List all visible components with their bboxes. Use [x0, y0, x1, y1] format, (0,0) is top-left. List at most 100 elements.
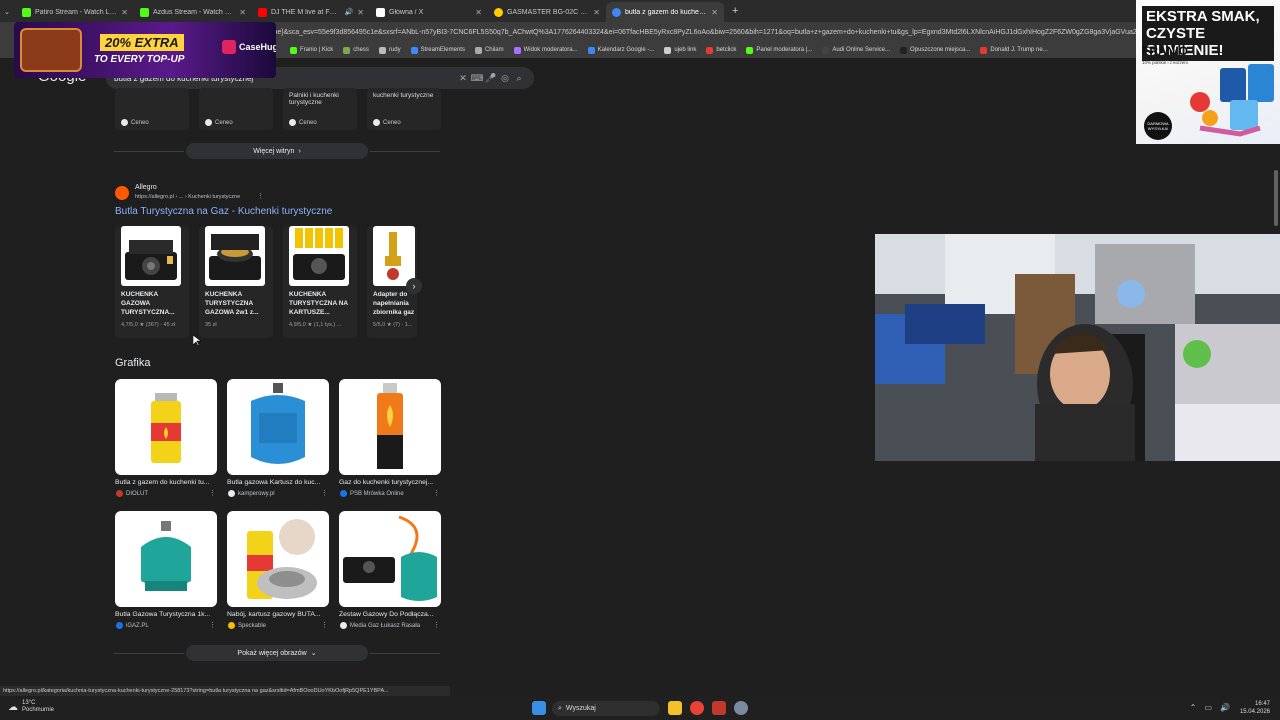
bookmark-item[interactable]: ujeb link [664, 46, 696, 54]
browser-tab[interactable]: GASMASTER BG-02C Kuchenka✕ [488, 2, 606, 22]
lens-icon[interactable]: ◎ [498, 73, 512, 84]
close-tab-icon[interactable]: ✕ [711, 8, 718, 17]
shopping-card[interactable]: Ceneo [199, 88, 273, 130]
network-icon[interactable]: ▭ [1204, 703, 1212, 712]
bookmark-item[interactable]: Widok moderatora... [513, 46, 578, 54]
more-options-icon[interactable]: ⋮ [209, 489, 216, 497]
settings-icon[interactable] [734, 701, 748, 715]
bookmark-item[interactable]: betclick [706, 46, 736, 54]
close-tab-icon[interactable]: ✕ [121, 8, 128, 17]
tab-search-menu[interactable]: ⌄ [0, 2, 16, 22]
more-images-button[interactable]: Pokaż więcej obrazów ⌄ [186, 645, 368, 661]
bookmark-item[interactable]: Kalendarz Google -... [587, 46, 654, 54]
taskbar-search[interactable]: ⌕ Wyszukaj [552, 701, 660, 716]
taskbar-clock[interactable]: 16:47 15.04.2026 [1240, 700, 1270, 716]
product-card[interactable]: KUCHENKA TURYSTYCZNA GAZOWA 2w1 z... 35 … [199, 226, 273, 338]
more-options-icon[interactable]: ⋮ [209, 621, 216, 629]
chevron-down-icon: ⌄ [310, 650, 317, 657]
close-tab-icon[interactable]: ✕ [239, 8, 246, 17]
browser-tab[interactable]: Główna / X ✕ [370, 2, 488, 22]
browser-tab[interactable]: Azdus Stream - Watch Live on✕ [134, 2, 252, 22]
image-result[interactable] [115, 511, 217, 607]
bookmark-item[interactable]: Franio | Kick [290, 46, 333, 54]
image-caption[interactable]: Zestaw Gazowy Do Podłącza... [339, 611, 441, 618]
close-tab-icon[interactable]: ✕ [475, 8, 482, 17]
ceneo-icon [205, 119, 212, 126]
weather-widget[interactable]: ☁ 13°C Pochmurnie [8, 700, 54, 714]
volume-icon[interactable]: 🔊 [1220, 703, 1230, 712]
windows-start-icon[interactable] [532, 701, 546, 715]
windows-taskbar: ☁ 13°C Pochmurnie ⌕ Wyszukaj ⌃ ▭ 🔊 16:47 15… [0, 697, 1280, 720]
store-icon [494, 7, 503, 17]
search-icon[interactable]: ⌕ [512, 73, 526, 84]
kick-icon [22, 7, 31, 17]
bookmark-item[interactable]: Opuszczone miejsca... [900, 46, 970, 54]
keyboard-icon[interactable]: ⌨ [470, 73, 484, 84]
webcam-overlay [875, 234, 1280, 461]
browser-tab[interactable]: DJ THE M live at FESTIVAL🔊✕ [252, 2, 370, 22]
bookmark-item[interactable]: StreamElements [410, 46, 465, 54]
browser-tab-bar: ⌄ Patiro Stream - Watch Live on✕ Azdus S… [0, 0, 1280, 22]
close-tab-icon[interactable]: ✕ [357, 8, 364, 17]
image-source[interactable]: PSB Mrówka Online [340, 490, 404, 497]
image-caption[interactable]: Butla gazowa Kartusz do kuc... [227, 479, 329, 486]
new-tab-button[interactable]: + [732, 5, 738, 17]
shopping-card[interactable]: kuchenki turystyczne Ceneo [367, 88, 441, 130]
audio-icon[interactable]: 🔊 [345, 8, 354, 16]
more-options-icon[interactable]: ⋮ [433, 621, 440, 629]
casehug-banner-ad: 20% EXTRA TO EVERY TOP-UP CaseHug [14, 22, 276, 78]
browser-tab[interactable]: Patiro Stream - Watch Live on✕ [16, 2, 134, 22]
file-explorer-icon[interactable] [668, 701, 682, 715]
image-source[interactable]: DIOLUT [116, 490, 148, 497]
image-result[interactable] [227, 511, 329, 607]
treasure-chest-icon [20, 28, 82, 72]
chevron-up-icon[interactable]: ⌃ [1190, 703, 1197, 712]
more-options-icon[interactable]: ⋮ [321, 621, 328, 629]
carousel-next-button[interactable]: › [406, 278, 422, 294]
bookmark-item[interactable]: Panel moderatora |... [746, 46, 812, 54]
ceneo-icon [289, 119, 296, 126]
shopping-card[interactable]: Ceneo [115, 88, 189, 130]
system-tray: ⌃ ▭ 🔊 [1190, 703, 1230, 712]
divider [370, 653, 440, 654]
clear-icon[interactable]: ✕ [456, 73, 470, 84]
bookmark-item[interactable]: chess [343, 46, 369, 54]
more-options-icon[interactable]: ⋮ [321, 489, 328, 497]
product-card[interactable]: KUCHENKA TURYSTYCZNA NA KARTUSZE... 4,9/… [283, 226, 357, 338]
image-source[interactable]: Speckable [228, 622, 266, 629]
scrollbar-thumb[interactable] [1274, 170, 1278, 226]
more-sites-button[interactable]: Więcej witryn › [186, 143, 368, 159]
product-card[interactable]: KUCHENKA GAZOWA TURYSTYCZNA... 4,7/5,0 ★… [115, 226, 189, 338]
image-source[interactable]: iGAZ.PL [116, 622, 149, 629]
product-image [205, 226, 265, 286]
product-image [289, 226, 349, 286]
more-options-icon[interactable]: ⋮ [433, 489, 440, 497]
image-caption[interactable]: Nabój, kartusz gazowy BUTA... [227, 611, 329, 618]
image-caption[interactable]: Gaz do kuchenki turystycznej... [339, 479, 441, 486]
result-title-link[interactable]: Butla Turystyczna na Gaz - Kuchenki tury… [115, 206, 332, 217]
close-tab-icon[interactable]: ✕ [593, 8, 600, 17]
image-result[interactable] [227, 379, 329, 475]
search-icon: ⌕ [558, 704, 562, 712]
bookmark-item[interactable]: rudy [378, 46, 401, 54]
image-result[interactable] [115, 379, 217, 475]
image-result[interactable] [339, 511, 441, 607]
mic-icon[interactable]: 🎤 [484, 73, 498, 84]
image-source[interactable]: kamperowy.pl [228, 490, 275, 497]
mouse-cursor-icon [193, 335, 201, 347]
bookmark-item[interactable]: Audi Online Service... [822, 46, 890, 54]
more-options-icon[interactable]: ⋮ [257, 192, 264, 200]
browser-tab-active[interactable]: butla z gazem do kuchenki tury✕ [606, 2, 724, 22]
bookmark-item[interactable]: Donald J. Trump ne... [980, 46, 1048, 54]
image-caption[interactable]: Butla z gazem do kuchenki tu... [115, 479, 217, 486]
product-jars-icon [1190, 64, 1274, 137]
shopping-card[interactable]: Palniki i kuchenki turystyczne Ceneo [283, 88, 357, 130]
image-caption[interactable]: Butla Gazowa Turystyczna 1k... [115, 611, 217, 618]
app-icon[interactable] [712, 701, 726, 715]
image-source[interactable]: Media Gaz Łukasz Rasała [340, 622, 420, 629]
image-result[interactable] [339, 379, 441, 475]
streamer-webcam-image [875, 234, 1280, 461]
chrome-icon[interactable] [690, 701, 704, 715]
franio-ad: EKSTRA SMAK, CZYSTE SUMIENIE! FRANIO 10%… [1136, 0, 1280, 144]
bookmark-item[interactable]: Chilam [474, 46, 504, 54]
